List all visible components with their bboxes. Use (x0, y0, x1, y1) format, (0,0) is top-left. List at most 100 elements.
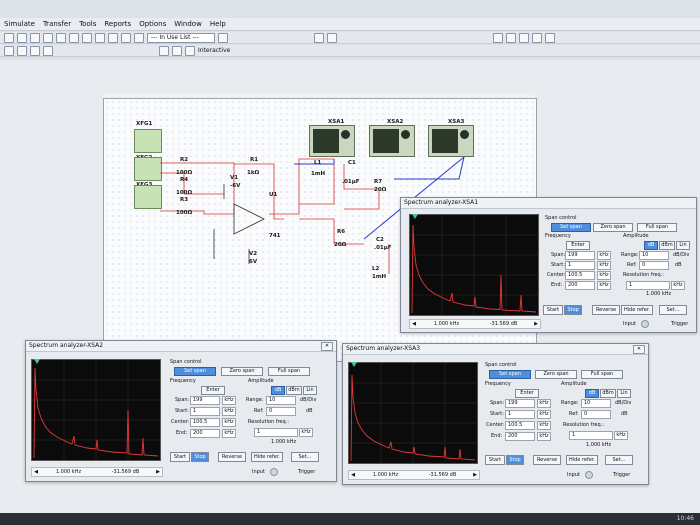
start-unit-select[interactable]: kHz (537, 410, 551, 419)
end-unit-select[interactable]: kHz (222, 429, 236, 438)
center-input[interactable]: 100.5 (505, 421, 535, 430)
span-input[interactable]: 199 (505, 399, 535, 408)
ref-input[interactable]: 0 (581, 410, 611, 419)
dbm-button[interactable]: dBm (286, 386, 302, 395)
span-input[interactable]: 199 (565, 251, 595, 260)
set-span-button[interactable]: Set span (489, 370, 531, 379)
center-unit-select[interactable]: kHz (222, 418, 236, 427)
settings-button[interactable]: Set... (291, 452, 319, 462)
start-input[interactable]: 1 (565, 261, 595, 270)
resolution-unit-select[interactable]: kHz (671, 281, 685, 290)
new-file-icon[interactable] (4, 32, 14, 43)
db-button[interactable]: dB (271, 386, 285, 395)
input-terminal-icon[interactable] (585, 471, 593, 479)
wire-icon[interactable] (17, 45, 27, 56)
cursor-right-icon[interactable]: ▶ (471, 472, 479, 478)
grapher-icon[interactable] (121, 32, 131, 43)
print-icon[interactable] (43, 32, 53, 43)
range-input[interactable]: 10 (266, 396, 296, 405)
center-unit-select[interactable]: kHz (597, 271, 611, 280)
open-file-icon[interactable] (17, 32, 27, 43)
enter-button[interactable]: Enter (515, 389, 539, 398)
span-unit-select[interactable]: kHz (222, 396, 236, 405)
menu-transfer[interactable]: Transfer (43, 20, 71, 28)
cursor-right-icon[interactable]: ▶ (532, 321, 540, 327)
end-unit-select[interactable]: kHz (537, 432, 551, 441)
resolution-unit-select[interactable]: kHz (614, 431, 628, 440)
spectrum-analyzer-xsa1-window[interactable]: Spectrum analyzer-XSA1 ◀ 1.000 kHz -31.5… (400, 197, 697, 333)
input-terminal-icon[interactable] (641, 320, 649, 328)
end-input[interactable]: 200 (190, 429, 220, 438)
help-icon[interactable] (218, 32, 228, 43)
stop-button[interactable]: Stop (191, 452, 209, 462)
center-input[interactable]: 100.5 (565, 271, 595, 280)
menu-options[interactable]: Options (139, 20, 166, 28)
cursor-marker-icon[interactable] (412, 214, 418, 219)
stop-button[interactable]: Stop (506, 455, 524, 465)
resolution-unit-select[interactable]: kHz (299, 428, 313, 437)
text-icon[interactable] (43, 45, 53, 56)
full-span-button[interactable]: Full span (637, 223, 677, 232)
dbm-button[interactable]: dBm (659, 241, 675, 250)
pause-icon[interactable] (172, 45, 182, 56)
db-button[interactable]: dB (644, 241, 658, 250)
undo-icon[interactable] (95, 32, 105, 43)
settings-button[interactable]: Set... (659, 305, 687, 315)
cursor-left-icon[interactable]: ◀ (349, 472, 357, 478)
reverse-button[interactable]: Reverse (592, 305, 620, 315)
full-screen-icon[interactable] (545, 32, 555, 43)
stop-sim-icon[interactable] (185, 45, 195, 56)
input-terminal-icon[interactable] (270, 468, 278, 476)
start-button[interactable]: Start (543, 305, 563, 315)
lin-button[interactable]: Lin (303, 386, 317, 395)
zero-span-button[interactable]: Zero span (221, 367, 263, 376)
span-unit-select[interactable]: kHz (537, 399, 551, 408)
start-unit-select[interactable]: kHz (597, 261, 611, 270)
cursor-left-icon[interactable]: ◀ (32, 469, 40, 475)
set-span-button[interactable]: Set span (551, 223, 591, 232)
resolution-input[interactable]: 1 (569, 431, 613, 440)
hide-reference-button[interactable]: Hide refer. (621, 305, 653, 315)
cursor-left-icon[interactable]: ◀ (410, 321, 418, 327)
spectrum-analyzer-xsa3-window[interactable]: Spectrum analyzer-XSA3 ✕ ◀ 1.000 kHz -31.… (342, 343, 649, 485)
reverse-button[interactable]: Reverse (218, 452, 246, 462)
span-input[interactable]: 199 (190, 396, 220, 405)
lin-button[interactable]: Lin (617, 389, 631, 398)
zoom-out-icon[interactable] (506, 32, 516, 43)
zoom-area-icon[interactable] (519, 32, 529, 43)
menu-help[interactable]: Help (210, 20, 226, 28)
ref-input[interactable]: 0 (639, 261, 669, 270)
hide-reference-button[interactable]: Hide refer. (251, 452, 283, 462)
run-icon[interactable] (159, 45, 169, 56)
set-span-button[interactable]: Set span (174, 367, 216, 376)
spectrum-plot[interactable] (31, 359, 161, 461)
enter-button[interactable]: Enter (201, 386, 225, 395)
redo-icon[interactable] (108, 32, 118, 43)
reverse-button[interactable]: Reverse (533, 455, 561, 465)
cursor-marker-icon[interactable] (351, 362, 357, 367)
close-icon[interactable]: ✕ (321, 342, 333, 351)
start-input[interactable]: 1 (505, 410, 535, 419)
start-button[interactable]: Start (485, 455, 505, 465)
cursor-right-icon[interactable]: ▶ (154, 469, 162, 475)
end-input[interactable]: 200 (565, 281, 595, 290)
postprocessor-icon[interactable] (134, 32, 144, 43)
bus-icon[interactable] (30, 45, 40, 56)
probe-settings-icon[interactable] (327, 32, 337, 43)
zero-span-button[interactable]: Zero span (593, 223, 633, 232)
cut-icon[interactable] (56, 32, 66, 43)
settings-button[interactable]: Set... (605, 455, 633, 465)
menu-reports[interactable]: Reports (104, 20, 131, 28)
full-span-button[interactable]: Full span (581, 370, 623, 379)
copy-icon[interactable] (69, 32, 79, 43)
stop-button[interactable]: Stop (564, 305, 582, 315)
start-button[interactable]: Start (170, 452, 190, 462)
enter-button[interactable]: Enter (566, 241, 590, 250)
zero-span-button[interactable]: Zero span (535, 370, 577, 379)
dbm-button[interactable]: dBm (600, 389, 616, 398)
menu-window[interactable]: Window (174, 20, 202, 28)
cursor-marker-icon[interactable] (34, 359, 40, 364)
spectrum-analyzer-xsa2-window[interactable]: Spectrum analyzer-XSA2 ✕ ◀ 1.000 kHz -31.… (25, 340, 337, 482)
start-input[interactable]: 1 (190, 407, 220, 416)
interactive-mode-label[interactable]: Interactive (198, 47, 230, 54)
